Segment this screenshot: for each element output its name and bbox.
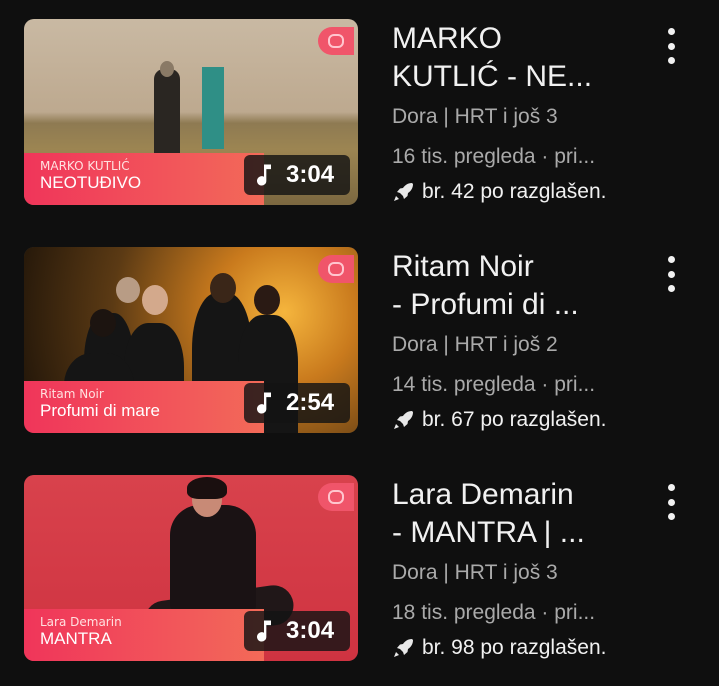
more-vert-icon[interactable] xyxy=(662,256,680,292)
video-title-line2[interactable]: - MANTRA | ... xyxy=(392,514,642,552)
video-list-item[interactable]: Lara Demarin MANTRA 3:04 Lara Demarin - … xyxy=(0,456,719,684)
video-thumbnail[interactable]: Lara Demarin MANTRA 3:04 xyxy=(24,475,358,661)
view-stats: 14 tis. pregleda · pri... xyxy=(392,373,596,396)
thumbnail-song: MANTRA xyxy=(40,629,112,648)
trending-rocket-icon xyxy=(394,639,413,657)
rank-text: br. 42 po razglašen. xyxy=(422,180,607,203)
trending-rank: br. 42 po razglašen. xyxy=(392,180,642,204)
trending-rank: br. 98 po razglašen. xyxy=(392,636,642,660)
video-title-line1[interactable]: Ritam Noir xyxy=(392,248,642,286)
band-member-head xyxy=(90,309,116,337)
video-title-line1[interactable]: MARKO xyxy=(392,20,642,58)
thumbnail-caption: Lara Demarin MANTRA xyxy=(24,609,264,661)
thumbnail-artist: MARKO KUTLIĆ xyxy=(40,159,130,173)
channel-name[interactable]: Dora | HRT i još 2 xyxy=(392,332,642,358)
duration-text: 3:04 xyxy=(286,617,335,644)
thumbnail-artist: Ritam Noir xyxy=(40,387,104,401)
more-vert-icon[interactable] xyxy=(662,484,680,520)
thumbnail-song: NEOTUĐIVO xyxy=(40,173,142,192)
figure-hair-shape xyxy=(187,477,227,499)
figure-body-shape xyxy=(170,505,256,615)
video-title-line2[interactable]: - Profumi di ... xyxy=(392,286,642,324)
rank-text: br. 67 po razglašen. xyxy=(422,408,607,431)
video-title-line1[interactable]: Lara Demarin xyxy=(392,476,642,514)
trending-rocket-icon xyxy=(394,183,413,201)
trending-rocket-icon xyxy=(394,411,413,429)
band-member-head xyxy=(116,277,140,303)
view-stats: 18 tis. pregleda · pri... xyxy=(392,601,596,624)
channel-logo-icon xyxy=(318,27,354,55)
duration-text: 2:54 xyxy=(286,389,335,416)
rank-text: br. 98 po razglašen. xyxy=(422,636,607,659)
music-note-icon xyxy=(257,392,271,414)
view-stats: 16 tis. pregleda · pri... xyxy=(392,145,596,168)
channel-name[interactable]: Dora | HRT i još 3 xyxy=(392,104,642,130)
video-list-item[interactable]: Ritam Noir Profumi di mare 2:54 Ritam No… xyxy=(0,228,719,456)
thumbnail-artist: Lara Demarin xyxy=(40,615,122,629)
band-member-head xyxy=(210,273,236,303)
video-info[interactable]: Lara Demarin - MANTRA | ... Dora | HRT i… xyxy=(392,476,642,660)
video-list-item[interactable]: MARKO KUTLIĆ NEOTUĐIVO 3:04 MARKO KUTLIĆ… xyxy=(0,0,719,228)
channel-logo-icon xyxy=(318,255,354,283)
trending-rank: br. 67 po razglašen. xyxy=(392,408,642,432)
duration-badge: 3:04 xyxy=(244,155,350,195)
music-note-icon xyxy=(257,164,271,186)
video-info[interactable]: MARKO KUTLIĆ - NE... Dora | HRT i još 3 … xyxy=(392,20,642,204)
figure-head-shape xyxy=(160,61,174,77)
channel-logo-icon xyxy=(318,483,354,511)
figure-shape xyxy=(154,69,180,161)
monolith-shape xyxy=(202,67,224,149)
more-vert-icon[interactable] xyxy=(662,28,680,64)
duration-badge: 2:54 xyxy=(244,383,350,423)
video-title-line2[interactable]: KUTLIĆ - NE... xyxy=(392,58,642,96)
thumbnail-song: Profumi di mare xyxy=(40,401,160,420)
band-member-head xyxy=(254,285,280,315)
music-note-icon xyxy=(257,620,271,642)
channel-name[interactable]: Dora | HRT i još 3 xyxy=(392,560,642,586)
duration-badge: 3:04 xyxy=(244,611,350,651)
duration-text: 3:04 xyxy=(286,161,335,188)
band-member-head xyxy=(142,285,168,315)
thumbnail-caption: Ritam Noir Profumi di mare xyxy=(24,381,264,433)
video-thumbnail[interactable]: MARKO KUTLIĆ NEOTUĐIVO 3:04 xyxy=(24,19,358,205)
video-info[interactable]: Ritam Noir - Profumi di ... Dora | HRT i… xyxy=(392,248,642,432)
video-thumbnail[interactable]: Ritam Noir Profumi di mare 2:54 xyxy=(24,247,358,433)
thumbnail-caption: MARKO KUTLIĆ NEOTUĐIVO xyxy=(24,153,264,205)
